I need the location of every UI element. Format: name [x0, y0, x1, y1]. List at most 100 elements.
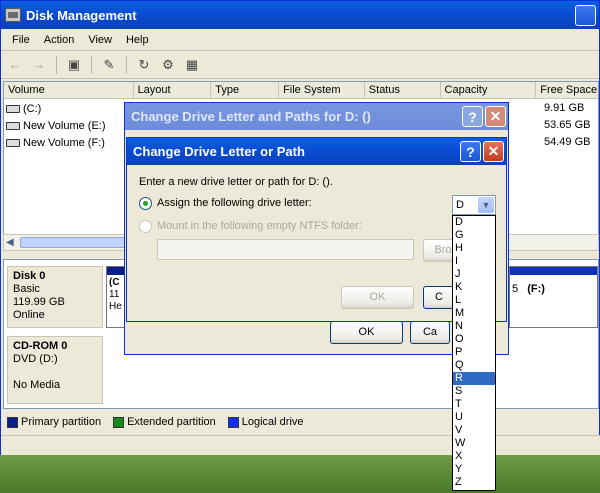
volume-name: New Volume (F:) — [23, 136, 105, 149]
column-capacity[interactable]: Capacity — [441, 82, 537, 98]
drive-letter-option[interactable]: P — [453, 346, 495, 359]
column-type[interactable]: Type — [211, 82, 280, 98]
menu-action[interactable]: Action — [37, 34, 82, 46]
cdrom-drive: DVD (D:) — [13, 353, 58, 365]
drive-letter-option[interactable]: Q — [453, 359, 495, 372]
column-layout[interactable]: Layout — [134, 82, 212, 98]
properties-icon[interactable]: ✎ — [99, 55, 119, 75]
cdrom-0-label[interactable]: CD-ROM 0 DVD (D:) No Media — [7, 336, 103, 404]
drive-letter-option[interactable]: L — [453, 294, 495, 307]
assign-letter-radio[interactable] — [139, 197, 152, 210]
list-header: Volume Layout Type File System Status Ca… — [4, 82, 598, 99]
column-status[interactable]: Status — [365, 82, 441, 98]
disk-0-name: Disk 0 — [13, 270, 46, 282]
close-button[interactable]: ✕ — [485, 106, 506, 127]
menu-help[interactable]: Help — [119, 34, 156, 46]
drive-letter-dropdown-list[interactable]: DGHIJKLMNOPQRSTUVWXYZ — [452, 215, 496, 491]
drive-letter-option[interactable]: R — [453, 372, 495, 385]
help-icon[interactable]: ▦ — [182, 55, 202, 75]
help-button[interactable]: ? — [462, 106, 483, 127]
volume-name: (C:) — [23, 102, 42, 115]
drive-letter-option[interactable]: S — [453, 385, 495, 398]
partition-stripe — [510, 267, 597, 275]
forward-icon[interactable]: → — [29, 55, 49, 75]
drive-letter-option[interactable]: I — [453, 255, 495, 268]
drive-letter-option[interactable]: H — [453, 242, 495, 255]
volume-icon — [6, 121, 20, 130]
drive-letter-option[interactable]: K — [453, 281, 495, 294]
column-file-system[interactable]: File System — [279, 82, 365, 98]
partition-c-label: (C — [109, 277, 120, 288]
list-item[interactable]: New Volume (F:) — [6, 134, 105, 151]
logical-drive-swatch — [227, 416, 239, 428]
outer-dialog-title: Change Drive Letter and Paths for D: () — [131, 109, 371, 124]
partition-f[interactable]: 5 (F:) — [509, 266, 598, 328]
cdrom-name: CD-ROM 0 — [13, 340, 68, 352]
dialog-prompt: Enter a new drive letter or path for D: … — [139, 176, 333, 188]
drive-letter-option[interactable]: N — [453, 320, 495, 333]
scroll-left-icon[interactable]: ◀ — [6, 237, 18, 248]
volume-name: New Volume (E:) — [23, 119, 106, 132]
disk-0-label[interactable]: Disk 0 Basic 119.99 GB Online — [7, 266, 103, 328]
drive-letter-option[interactable]: G — [453, 229, 495, 242]
back-icon[interactable]: ← — [5, 55, 25, 75]
partition-f-extra: 5 — [512, 283, 519, 295]
inner-cancel-button[interactable]: C — [423, 286, 455, 309]
drive-letter-option[interactable]: W — [453, 437, 495, 450]
outer-cancel-button[interactable]: Ca — [410, 321, 450, 344]
drive-letter-option[interactable]: X — [453, 450, 495, 463]
volume-free-space: 53.65 GB — [544, 119, 591, 131]
drive-letter-option[interactable]: Y — [453, 463, 495, 476]
drive-letter-option[interactable]: V — [453, 424, 495, 437]
inner-ok-button[interactable]: OK — [341, 286, 414, 309]
toolbar-separator — [126, 55, 127, 74]
column-volume[interactable]: Volume — [4, 82, 134, 98]
change-drive-letter-or-path-dialog: Change Drive Letter or Path ? ✕ Enter a … — [126, 137, 507, 322]
outer-dialog-title-bar[interactable]: Change Drive Letter and Paths for D: () … — [125, 103, 508, 130]
list-item[interactable]: New Volume (E:) — [6, 117, 106, 134]
drive-letter-option[interactable]: J — [453, 268, 495, 281]
minimize-button[interactable] — [575, 4, 596, 26]
menu-file[interactable]: File — [5, 34, 37, 46]
drive-letter-option[interactable]: O — [453, 333, 495, 346]
show-hide-console-tree-icon[interactable]: ▣ — [64, 55, 84, 75]
settings-icon[interactable]: ⚙ — [158, 55, 178, 75]
drive-letter-option[interactable]: U — [453, 411, 495, 424]
disk-0-status: Online — [13, 309, 45, 321]
mount-folder-radio[interactable] — [139, 220, 152, 233]
mount-folder-path-input[interactable] — [157, 239, 414, 260]
disk-0-size: 119.99 GB — [13, 296, 65, 308]
toolbar: ← → ▣ ✎ ↻ ⚙ ▦ — [1, 51, 599, 79]
outer-ok-button[interactable]: OK — [330, 321, 403, 344]
chevron-down-icon[interactable]: ▼ — [478, 197, 494, 213]
legend-primary: Primary partition — [21, 416, 102, 428]
title-bar[interactable]: Disk Management — [1, 1, 599, 29]
column-free-space[interactable]: Free Space — [536, 82, 598, 98]
inner-dialog-title-bar[interactable]: Change Drive Letter or Path ? ✕ — [127, 138, 506, 165]
drive-letter-option[interactable]: T — [453, 398, 495, 411]
help-button[interactable]: ? — [460, 141, 481, 162]
volume-free-space: 54.49 GB — [544, 136, 591, 148]
close-button[interactable]: ✕ — [483, 141, 504, 162]
disk-management-icon — [5, 8, 21, 22]
partition-c-size: 11 — [109, 289, 120, 300]
volume-icon — [6, 104, 20, 113]
partition-f-label: (F:) — [527, 283, 545, 295]
menu-view[interactable]: View — [81, 34, 119, 46]
extended-partition-swatch — [113, 416, 125, 428]
scroll-thumb[interactable] — [20, 237, 140, 248]
assign-letter-label[interactable]: Assign the following drive letter: — [157, 197, 312, 209]
inner-dialog-title: Change Drive Letter or Path — [133, 144, 305, 159]
drive-letter-option[interactable]: M — [453, 307, 495, 320]
drive-letter-option[interactable]: D — [453, 216, 495, 229]
list-item[interactable]: (C:) — [6, 100, 41, 117]
volume-icon — [6, 138, 20, 147]
legend-extended: Extended partition — [127, 416, 216, 428]
menu-bar: File Action View Help — [1, 29, 599, 51]
partition-c-status: He — [109, 301, 122, 312]
drive-letter-option[interactable]: Z — [453, 476, 495, 489]
cdrom-media: No Media — [13, 379, 61, 391]
status-bar — [1, 435, 600, 455]
drive-letter-select[interactable]: D ▼ — [452, 195, 496, 215]
refresh-icon[interactable]: ↻ — [134, 55, 154, 75]
